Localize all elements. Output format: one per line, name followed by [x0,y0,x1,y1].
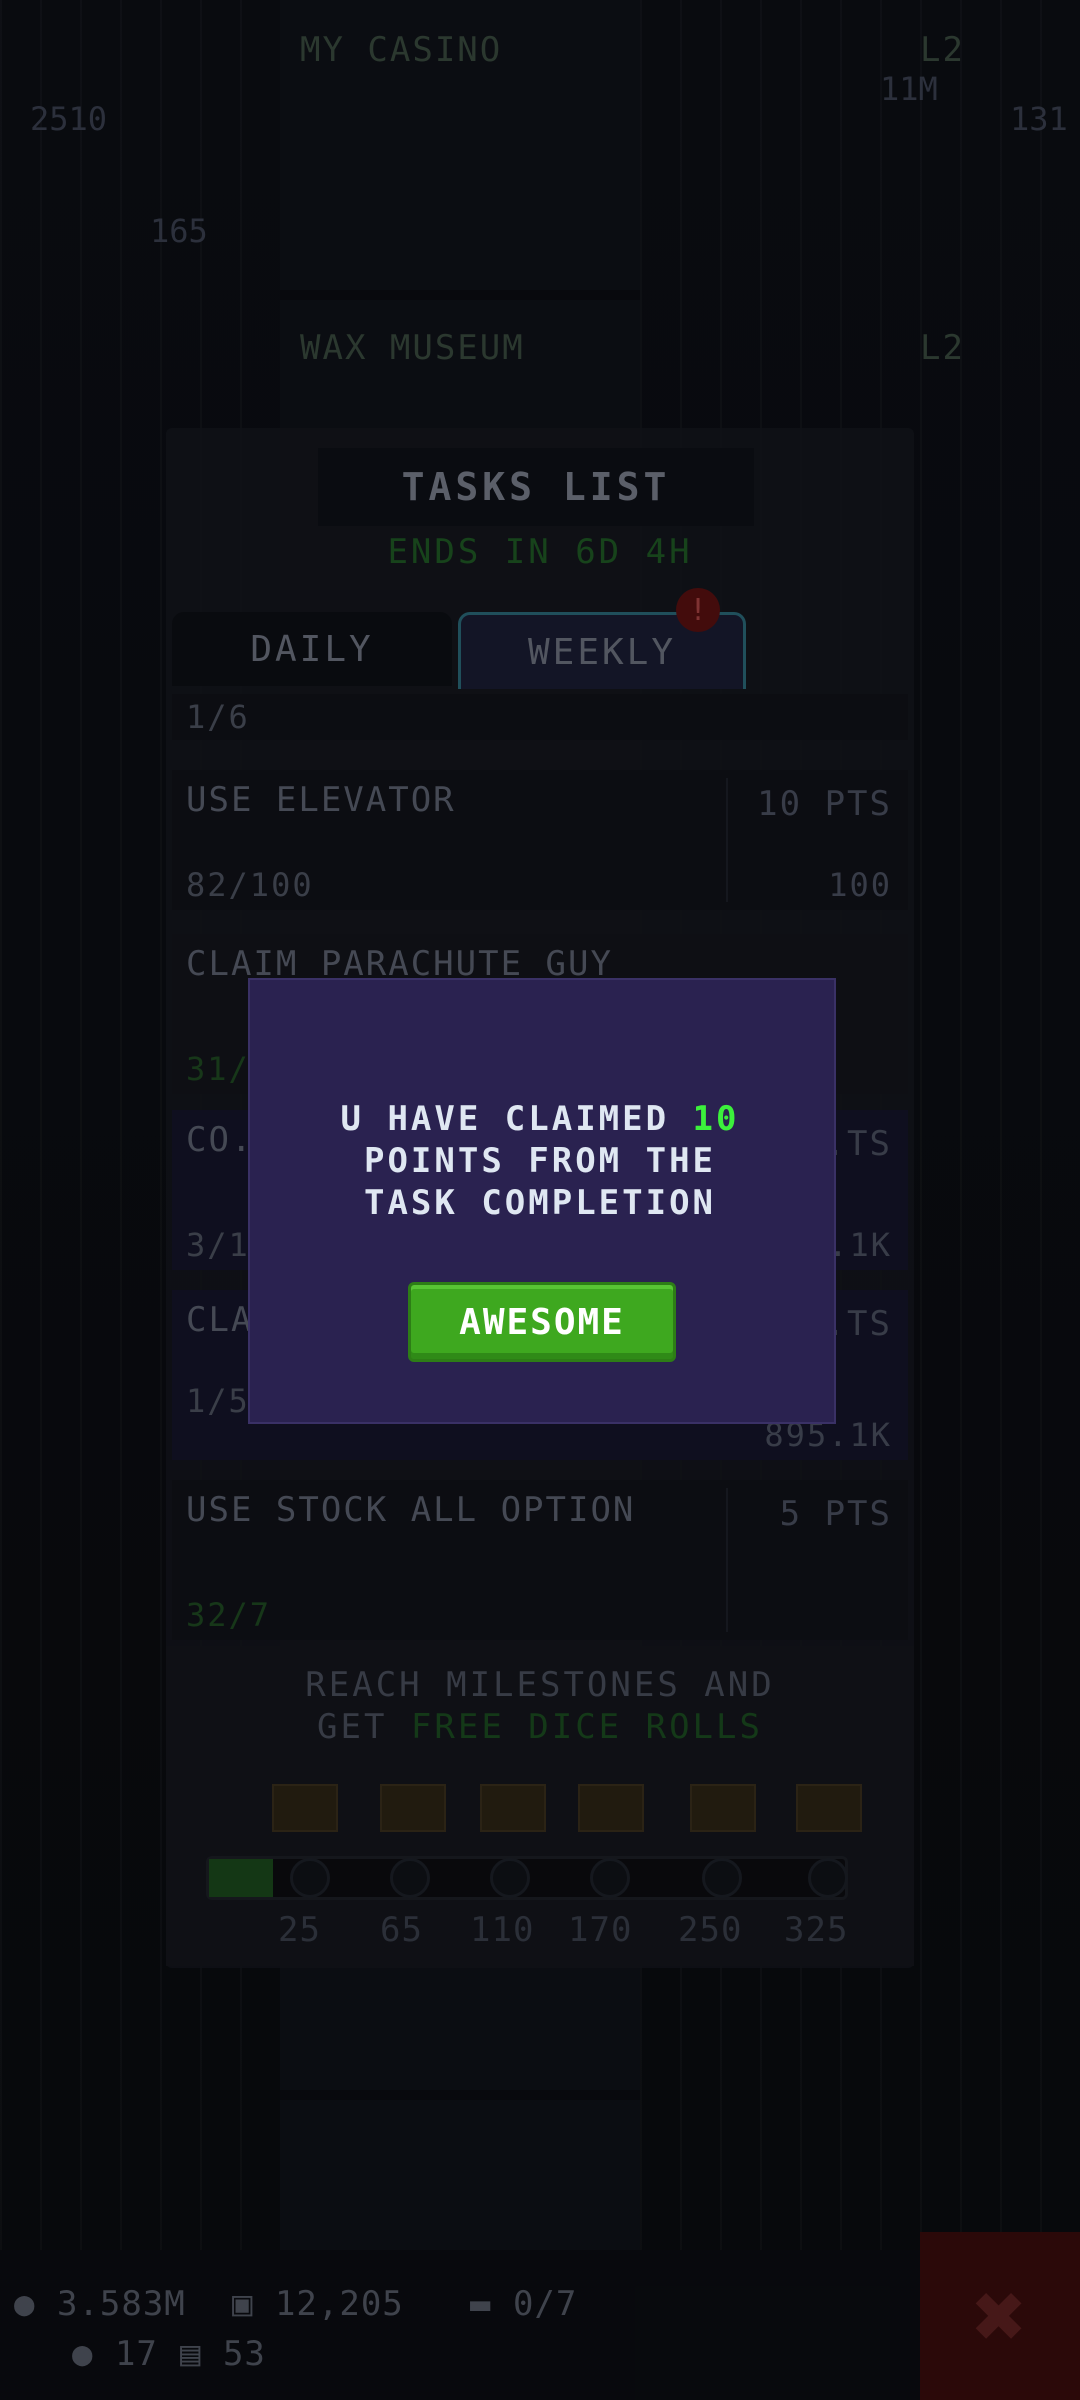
claim-message: U HAVE CLAIMED 10 POINTS FROM THE TASK C… [248,1098,832,1224]
claim-message-line1: U HAVE CLAIMED 10 [248,1098,832,1140]
awesome-button[interactable]: AWESOME [408,1282,676,1362]
claim-message-line2: POINTS FROM THE [363,1141,717,1181]
claim-prefix: U HAVE CLAIMED [340,1099,693,1139]
claim-message-line3: TASK COMPLETION [363,1183,717,1223]
claim-points: 10 [692,1099,740,1139]
